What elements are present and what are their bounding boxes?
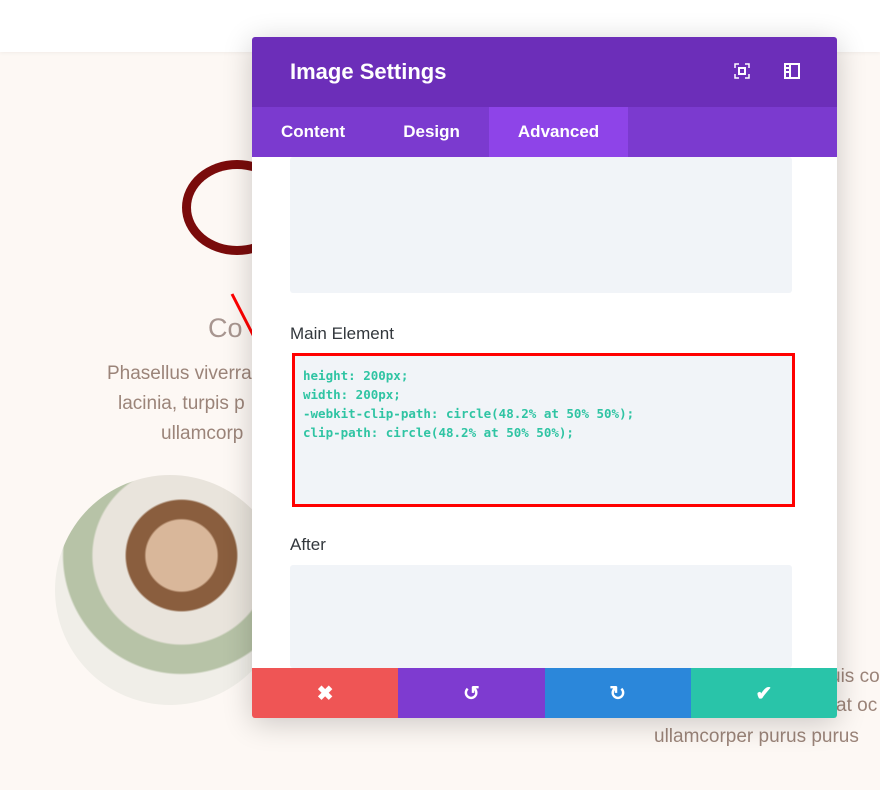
modal-title: Image Settings (290, 59, 447, 84)
tab-advanced[interactable]: Advanced (488, 107, 629, 157)
bg-text-line: at oc (836, 695, 878, 716)
after-css-textarea[interactable] (290, 565, 792, 668)
sidebar-layout-icon[interactable] (784, 63, 800, 79)
save-button[interactable]: ✔ (690, 668, 837, 718)
undo-button[interactable]: ↺ (398, 668, 545, 718)
bg-text-line: ullamcorper purus purus (654, 726, 859, 747)
before-css-textarea[interactable] (290, 157, 792, 293)
main-element-label: Main Element (290, 324, 394, 343)
modal-actions: ✖ ↺ ↻ ✔ (252, 668, 837, 718)
redo-button[interactable]: ↻ (544, 668, 691, 718)
modal-tabs: Content Design Advanced (252, 107, 837, 157)
bg-text-line: ullamcorp (161, 423, 244, 444)
main-element-css-textarea[interactable]: height: 200px; width: 200px; -webkit-cli… (292, 353, 795, 507)
after-label: After (290, 535, 326, 554)
fullscreen-icon[interactable] (734, 63, 750, 79)
bg-text-line: uis co (830, 666, 880, 687)
bg-text-line: lacinia, turpis p (118, 393, 245, 414)
modal-header: Image Settings (252, 37, 837, 107)
tab-design[interactable]: Design (374, 107, 489, 157)
image-settings-modal: Image Settings Content Design Advanced M… (252, 37, 837, 718)
cancel-button[interactable]: ✖ (252, 668, 399, 718)
tab-content[interactable]: Content (252, 107, 374, 157)
bride-photo (55, 475, 285, 705)
